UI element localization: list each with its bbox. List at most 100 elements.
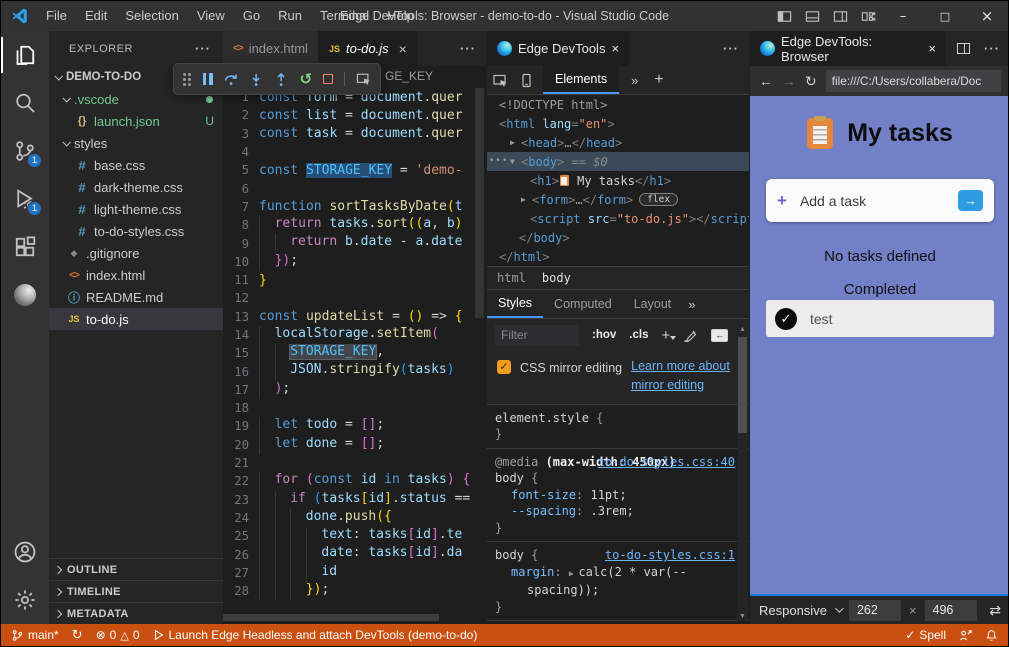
activity-run-debug[interactable]: 1 (1, 175, 49, 223)
dom-node[interactable]: ▶<form>…</form>flex (487, 190, 749, 209)
screencast-icon[interactable] (356, 71, 371, 87)
filter-input[interactable]: Filter (495, 325, 579, 346)
editor-horizontal-scrollbar[interactable] (223, 614, 439, 621)
devtools-tab[interactable]: Edge DevTools × (487, 31, 630, 66)
spell-checker-status[interactable]: ✓ Spell (905, 628, 946, 642)
task-check-icon[interactable]: ✓ (775, 308, 797, 330)
dom-node[interactable]: <html lang="en"> (487, 114, 749, 133)
tree-item-base-css[interactable]: #base.css (49, 154, 223, 176)
css-rule[interactable]: element.style {} (487, 404, 749, 448)
activity-account[interactable] (1, 528, 49, 576)
menu-selection[interactable]: Selection (116, 8, 187, 23)
expander-right-icon[interactable]: ▶ (510, 138, 521, 147)
notifications-bell-icon[interactable] (985, 629, 998, 642)
toggle-panel-icon[interactable] (798, 1, 826, 31)
completed-task-row[interactable]: ✓ test (766, 300, 994, 337)
viewport-height-input[interactable]: 496 (925, 600, 977, 621)
customize-layout-icon[interactable] (854, 1, 882, 31)
close-icon[interactable]: × (399, 41, 407, 57)
css-rule[interactable]: body {to-do-styles.css:1margin: ▶ calc(2… (487, 541, 749, 620)
browser-more-icon[interactable]: ··· (984, 41, 1000, 56)
menu-go[interactable]: Go (234, 8, 269, 23)
more-actions-dots[interactable]: ••• (489, 156, 508, 166)
tab-styles[interactable]: Styles (487, 290, 543, 318)
css-property[interactable]: --spacing: .3rem; (495, 503, 739, 520)
breadcrumb-body[interactable]: body (542, 271, 571, 285)
dom-node[interactable]: ▶<head>…</head> (487, 133, 749, 152)
code-line[interactable]: 19 let todo = []; (223, 417, 486, 435)
code-editor[interactable]: 1const form = document.quer2const list =… (223, 88, 486, 600)
activity-search[interactable] (1, 79, 49, 127)
dom-node[interactable]: </html> (487, 247, 749, 266)
step-out-icon[interactable] (274, 72, 288, 87)
section-outline[interactable]: OUTLINE (49, 558, 223, 580)
code-line[interactable]: 24 done.push({ (223, 509, 486, 527)
activity-edge-devtools[interactable] (1, 271, 49, 319)
toggle-secondary-sidebar-icon[interactable] (826, 1, 854, 31)
css-property[interactable]: font-size: 11pt; (495, 487, 739, 504)
code-line[interactable]: 17 ); (223, 381, 486, 399)
code-line[interactable]: 21 (223, 454, 486, 472)
mirror-learn-more-link[interactable]: Learn more about mirror editing (631, 357, 739, 396)
code-line[interactable]: 27 id (223, 564, 486, 582)
close-icon[interactable]: × (928, 41, 936, 56)
device-mode-select[interactable]: Responsive (759, 603, 827, 618)
code-line[interactable]: 22 for (const id in tasks) { (223, 472, 486, 490)
tab-layout[interactable]: Layout (623, 290, 683, 318)
sync-button[interactable]: ↻ (72, 627, 83, 643)
pick-color-icon[interactable]: ← (711, 329, 728, 342)
branch-indicator[interactable]: main* (11, 628, 59, 642)
add-tool-icon[interactable]: + (654, 71, 663, 89)
minimize-button[interactable]: – (882, 1, 924, 31)
forward-icon[interactable]: → (782, 73, 796, 89)
step-over-icon[interactable] (224, 72, 238, 87)
expander-right-icon[interactable]: ▶ (521, 195, 532, 204)
section-timeline[interactable]: TIMELINE (49, 580, 223, 602)
tab-index-html[interactable]: <>index.html (223, 31, 319, 66)
submit-task-button[interactable]: → (958, 190, 983, 211)
code-line[interactable]: 13const updateList = () => { (223, 308, 486, 326)
reload-icon[interactable]: ↻ (805, 73, 817, 90)
tree-item-to-do-js[interactable]: JSto-do.js (49, 308, 223, 330)
element-classes-button[interactable]: .cls (629, 329, 648, 341)
dom-tree[interactable]: <!DOCTYPE html><html lang="en">▶<head>…<… (487, 95, 749, 266)
menu-view[interactable]: View (188, 8, 234, 23)
styles-scrollbar[interactable]: ▲ ▼ (737, 325, 748, 621)
code-line[interactable]: 7function sortTasksByDate(t (223, 198, 486, 216)
expander-down-icon[interactable]: ▼ (510, 157, 521, 166)
activity-extensions[interactable] (1, 223, 49, 271)
tree-item-to-do-styles-css[interactable]: #to-do-styles.css (49, 220, 223, 242)
close-icon[interactable]: × (611, 41, 619, 56)
drag-handle-icon[interactable] (183, 73, 186, 76)
new-style-rule-icon[interactable]: + (661, 327, 670, 344)
code-line[interactable]: 12 (223, 289, 486, 307)
inspect-element-icon[interactable] (487, 73, 513, 88)
restart-icon[interactable]: ↺ (300, 72, 313, 87)
dom-node[interactable]: <!DOCTYPE html> (487, 95, 749, 114)
split-editor-icon[interactable] (957, 43, 970, 54)
devtools-more-icon[interactable]: ··· (723, 41, 739, 56)
tab-to-do-js[interactable]: JSto-do.js× (319, 31, 418, 66)
step-into-icon[interactable] (249, 72, 263, 87)
css-rule[interactable]: @media (max-width: 450px)body {to-do-sty… (487, 448, 749, 542)
tree-item-light-theme-css[interactable]: #light-theme.css (49, 198, 223, 220)
viewport-width-input[interactable]: 262 (849, 600, 901, 621)
code-line[interactable]: 8 return tasks.sort((a, b) (223, 216, 486, 234)
activity-explorer[interactable] (1, 31, 49, 79)
tree-item-readme-md[interactable]: ⓘREADME.md (49, 286, 223, 308)
stylesheet-link[interactable]: to-do-styles.css:1 (605, 547, 735, 564)
launch-config-button[interactable]: Launch Edge Headless and attach DevTools… (153, 628, 478, 642)
activity-settings[interactable] (1, 576, 49, 624)
dom-node[interactable]: </body> (487, 228, 749, 247)
tree-item-styles[interactable]: styles (49, 132, 223, 154)
stop-icon[interactable] (323, 74, 333, 84)
tab-elements[interactable]: Elements (543, 66, 619, 94)
tree-item-index-html[interactable]: <>index.html (49, 264, 223, 286)
explorer-more-icon[interactable]: ··· (195, 41, 211, 56)
code-line[interactable]: 14 localStorage.setItem( (223, 326, 486, 344)
code-line[interactable]: 9 return b.date - a.date (223, 234, 486, 252)
section-metadata[interactable]: METADATA (49, 602, 223, 624)
brush-icon[interactable] (683, 328, 698, 343)
dom-node[interactable]: •••▼<body> == $0 (487, 152, 749, 171)
tree-item--gitignore[interactable]: ◆.gitignore (49, 242, 223, 264)
